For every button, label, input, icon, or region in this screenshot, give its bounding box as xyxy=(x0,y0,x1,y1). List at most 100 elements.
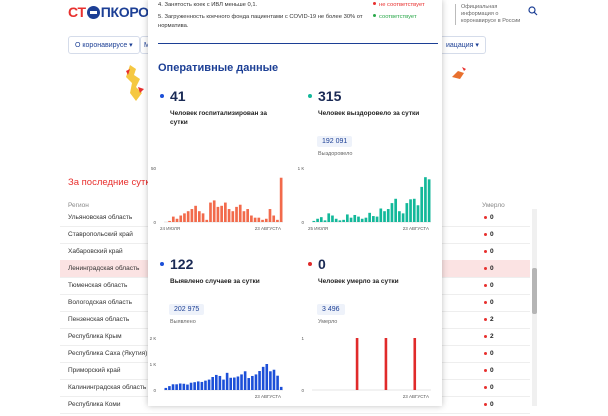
chart-bar[interactable] xyxy=(390,203,394,222)
chart-bar[interactable] xyxy=(242,211,246,222)
chart-bar[interactable] xyxy=(254,374,258,390)
chart-bar[interactable] xyxy=(238,204,242,222)
chart-bar[interactable] xyxy=(372,216,375,222)
chart-bar[interactable] xyxy=(231,211,235,222)
chart-bar[interactable] xyxy=(204,380,207,390)
chart-bar[interactable] xyxy=(413,338,417,390)
chart-bar[interactable] xyxy=(360,218,364,222)
chart-bar[interactable] xyxy=(272,215,276,222)
chart-bar[interactable] xyxy=(420,186,424,222)
chart-bar[interactable] xyxy=(253,217,257,222)
chart-bar[interactable] xyxy=(279,386,283,390)
chart-bar[interactable] xyxy=(334,218,338,222)
chart-bar[interactable] xyxy=(319,217,323,222)
chart-bar[interactable] xyxy=(250,215,253,222)
chart-bar[interactable] xyxy=(357,216,360,222)
chart-bar[interactable] xyxy=(349,217,353,222)
chart-bar[interactable] xyxy=(368,212,371,222)
chart-bar[interactable] xyxy=(186,384,189,390)
chart-bar[interactable] xyxy=(225,372,229,390)
chart-bar[interactable] xyxy=(412,198,416,222)
chart-bar[interactable] xyxy=(265,364,269,390)
chart-bar[interactable] xyxy=(233,377,236,390)
chart-bar[interactable] xyxy=(398,211,401,222)
chart-bar[interactable] xyxy=(279,177,283,222)
chart-bar[interactable] xyxy=(342,219,345,222)
chart-bar[interactable] xyxy=(384,338,388,390)
chart-bar[interactable] xyxy=(168,386,171,390)
chart-bar[interactable] xyxy=(355,338,359,390)
chart-bar[interactable] xyxy=(227,209,231,222)
chart-bar[interactable] xyxy=(168,220,171,222)
chart-bar[interactable] xyxy=(240,374,243,390)
chart-bar[interactable] xyxy=(183,213,186,222)
chart-bar[interactable] xyxy=(200,381,204,390)
chart-bar[interactable] xyxy=(220,205,223,222)
nav-item-vaccination[interactable]: иацация ▾ xyxy=(440,36,486,54)
chart-bar[interactable] xyxy=(316,218,319,222)
chart-bar[interactable] xyxy=(175,218,179,222)
chart-bar[interactable] xyxy=(416,205,420,222)
chart-bar[interactable] xyxy=(394,198,398,222)
chart-bar[interactable] xyxy=(175,384,178,390)
chart-bar[interactable] xyxy=(247,378,251,390)
chart-bar[interactable] xyxy=(196,381,200,390)
chart-bar[interactable] xyxy=(264,218,268,222)
chart-bar[interactable] xyxy=(214,374,218,390)
chart-bar[interactable] xyxy=(338,220,342,222)
chart-bar[interactable] xyxy=(193,382,196,390)
chart-bar[interactable] xyxy=(194,205,197,222)
chart-bar[interactable] xyxy=(353,214,357,222)
chart-bar[interactable] xyxy=(190,209,194,222)
nav-about-coronavirus[interactable]: О коронавирусе ▾ xyxy=(68,36,140,54)
chart-bar[interactable] xyxy=(379,208,383,223)
chart-bar[interactable] xyxy=(236,376,240,390)
chart-bar[interactable] xyxy=(401,213,405,222)
chart-bar[interactable] xyxy=(261,219,264,222)
chart-bar[interactable] xyxy=(229,377,233,390)
chart-bar[interactable] xyxy=(197,211,201,222)
search-icon[interactable] xyxy=(528,6,538,16)
chart-bar[interactable] xyxy=(323,220,327,222)
chart-bar[interactable] xyxy=(235,206,238,222)
chart-bar[interactable] xyxy=(272,369,276,390)
chart-bar[interactable] xyxy=(424,177,427,222)
chart-bar[interactable] xyxy=(427,179,431,222)
chart-bar[interactable] xyxy=(189,382,193,390)
chart-bar[interactable] xyxy=(211,377,214,390)
chart-bar[interactable] xyxy=(312,220,316,222)
chart-bar[interactable] xyxy=(212,200,216,222)
chart-bar[interactable] xyxy=(164,387,168,390)
chart-bar[interactable] xyxy=(257,217,261,222)
chart-bar[interactable] xyxy=(375,216,379,222)
chart-bar[interactable] xyxy=(209,202,212,222)
chart-bar[interactable] xyxy=(268,209,272,222)
chart-bar[interactable] xyxy=(261,366,265,390)
chart-bar[interactable] xyxy=(182,383,186,390)
chart-bar[interactable] xyxy=(222,379,225,390)
chart-bar[interactable] xyxy=(386,209,390,222)
chart-bar[interactable] xyxy=(327,213,331,222)
chart-bar[interactable] xyxy=(246,209,250,222)
chart-bar[interactable] xyxy=(243,371,247,390)
chart-bar[interactable] xyxy=(345,214,349,222)
chart-bar[interactable] xyxy=(171,216,175,222)
chart-bar[interactable] xyxy=(331,215,334,222)
chart-bar[interactable] xyxy=(405,203,409,222)
table-scrollbar-thumb[interactable] xyxy=(532,268,537,314)
chart-bar[interactable] xyxy=(201,213,205,222)
chart-bar[interactable] xyxy=(383,211,386,222)
chart-bar[interactable] xyxy=(216,206,220,222)
chart-bar[interactable] xyxy=(178,383,182,391)
chart-bar[interactable] xyxy=(364,217,368,222)
chart-bar[interactable] xyxy=(179,215,183,222)
chart-bar[interactable] xyxy=(171,384,175,390)
chart-bar[interactable] xyxy=(409,199,412,222)
chart-bar[interactable] xyxy=(269,371,272,390)
chart-bar[interactable] xyxy=(276,375,279,390)
chart-bar[interactable] xyxy=(186,211,190,222)
chart-bar[interactable] xyxy=(251,375,254,390)
chart-bar[interactable] xyxy=(205,219,209,222)
chart-bar[interactable] xyxy=(224,202,227,222)
chart-bar[interactable] xyxy=(207,379,211,390)
